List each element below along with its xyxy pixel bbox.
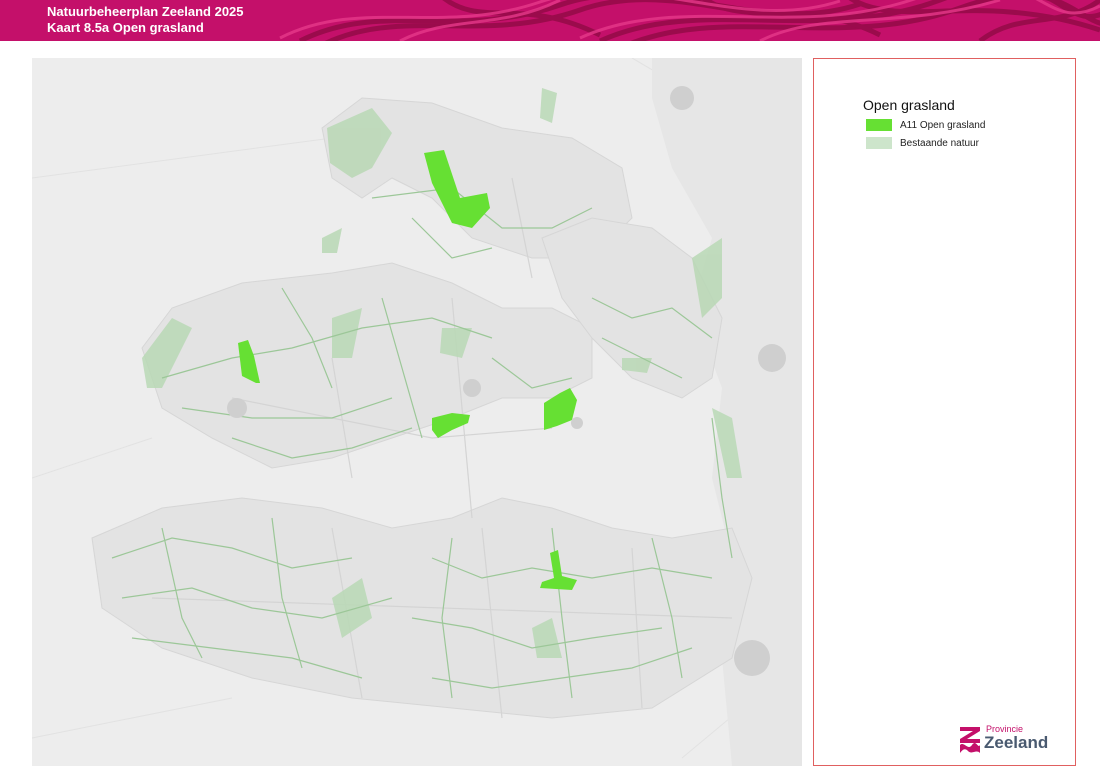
logo-big-text: Zeeland [984,733,1049,752]
legend-title: Open grasland [863,97,955,113]
legend-panel: Open grasland A11 Open grasland Bestaand… [813,58,1076,766]
provincie-zeeland-logo: Provincie Zeeland [959,723,1069,757]
legend-item-open-grasland: A11 Open grasland [866,118,985,132]
legend-swatch-open-grasland [866,119,892,131]
legend-swatch-bestaande-natuur [866,137,892,149]
provincie-zeeland-logo-icon [960,727,980,753]
header-banner: Natuurbeheerplan Zeeland 2025 Kaart 8.5a… [0,0,1100,41]
map-svg [32,58,802,766]
map-canvas[interactable] [32,58,802,766]
page-title: Natuurbeheerplan Zeeland 2025 Kaart 8.5a… [47,4,244,36]
title-line-2: Kaart 8.5a Open grasland [47,20,204,35]
island-walcheren-beveland [141,262,593,469]
title-line-1: Natuurbeheerplan Zeeland 2025 [47,4,244,19]
zeeuws-vlaanderen [91,497,753,719]
legend-item-bestaande-natuur: Bestaande natuur [866,136,979,150]
legend-label-open-grasland: A11 Open grasland [900,119,986,131]
legend-label-bestaande-natuur: Bestaande natuur [900,137,979,149]
